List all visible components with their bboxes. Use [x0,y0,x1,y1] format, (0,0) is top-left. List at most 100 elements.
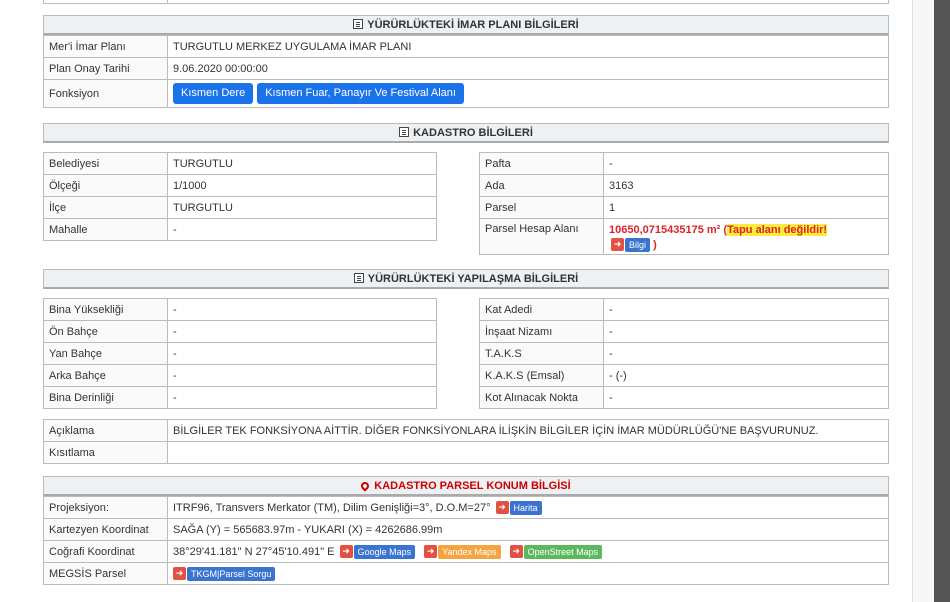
row-value: 3163 [603,174,889,197]
row-value: - [167,386,437,409]
aciklama-table: Açıklama BİLGİLER TEK FONKSİYONA AİTTİR. … [43,419,889,464]
row-value: - [603,152,889,175]
list-icon [353,19,364,29]
yapilasma-header: YÜRÜRLÜKTEKİ YAPILAŞMA BİLGİLERİ [43,269,889,289]
kadastro-right-table: Pafta - Ada 3163 Parsel 1 Parsel Hesap Alan… [479,152,889,255]
tapu-warning: Tapu alanı değildir! [727,223,828,236]
row-label: İlçe [43,196,168,219]
kadastro-header: KADASTRO BİLGİLERİ [43,123,889,143]
page: YÜRÜRLÜKTEKİ İMAR PLANI BİLGİLERİ Mer'i … [0,0,950,602]
harita-button[interactable]: Harita [509,500,542,515]
row-label: K.A.K.S (Emsal) [479,364,604,387]
kadastro-right: Pafta - Ada 3163 Parsel 1 Parsel Hesap Alan… [479,152,889,255]
openstreet-maps-link[interactable]: ➜ OpenStreet Maps [509,544,603,559]
row-value: - [603,342,889,365]
row-label: Mahalle [43,218,168,241]
table-row: Arka Bahçe - [43,364,437,387]
harita-link[interactable]: ➜ Harita [495,500,542,515]
kartezyen-label: Kartezyen Koordinat [43,518,168,541]
table-row: Plan Onay Tarihi 9.06.2020 00:00:00 [43,57,889,80]
external-link-icon: ➜ [424,545,438,558]
yapilasma-section: YÜRÜRLÜKTEKİ YAPILAŞMA BİLGİLERİ Bina Yü… [43,269,889,409]
row-value: 1 [603,196,889,219]
row-label: T.A.K.S [479,342,604,365]
konum-table: Projeksiyon: ITRF96, Transvers Merkator … [43,496,889,585]
table-row: İlçe TURGUTLU [43,196,437,219]
tkgm-link[interactable]: ➜ TKGM|Parsel Sorgu [173,566,276,581]
kisitlama-value [167,441,889,464]
row-value: 1/1000 [167,174,437,197]
yandex-maps-button[interactable]: Yandex Maps [438,544,501,559]
row-label: İnşaat Nizamı [479,320,604,343]
cografi-value: 38°29'41.181" N 27°45'10.491" E [173,545,335,558]
table-row: Bina Derinliği - [43,386,437,409]
yapilasma-right-table: Kat Adedi - İnşaat Nizamı - T.A.K.S - K.A.K… [479,298,889,409]
fonksiyon-button-dere[interactable]: Kısmen Dere [173,83,254,104]
row-label: Ada [479,174,604,197]
table-row: Ada 3163 [479,174,889,197]
imar-plan-title: YÜRÜRLÜKTEKİ İMAR PLANI BİLGİLERİ [367,19,579,31]
yapilasma-left-table: Bina Yüksekliği - Ön Bahçe - Yan Bahçe - Ar… [43,298,437,409]
aciklama-label: Açıklama [43,419,168,442]
yapilasma-title: YÜRÜRLÜKTEKİ YAPILAŞMA BİLGİLERİ [367,273,579,285]
kadastro-left-table: Belediyesi TURGUTLU Ölçeği 1/1000 İlçe TURG… [43,152,437,241]
bilgi-link[interactable]: ➜ Bilgi [611,237,651,252]
kadastro-left: Belediyesi TURGUTLU Ölçeği 1/1000 İlçe TURG… [43,152,437,241]
table-row: Pafta - [479,152,889,175]
yapilasma-right: Kat Adedi - İnşaat Nizamı - T.A.K.S - K.A.K… [479,298,889,409]
kadastro-section: KADASTRO BİLGİLERİ Belediyesi TURGUTLU Öl… [43,123,889,263]
fonksiyon-cell: Kısmen Dere Kısmen Fuar, Panayır Ve Festi… [167,79,889,108]
parsel-alan-label: Parsel Hesap Alanı [479,218,604,255]
external-link-icon: ➜ [509,545,523,558]
table-row: Kartezyen Koordinat SAĞA (Y) = 565683.97… [43,518,889,541]
google-maps-link[interactable]: ➜ Google Maps [339,544,416,559]
row-label: Ön Bahçe [43,320,168,343]
row-label: Belediyesi [43,152,168,175]
yandex-maps-link[interactable]: ➜ Yandex Maps [424,544,501,559]
table-row: İnşaat Nizamı - [479,320,889,343]
fonksiyon-label: Fonksiyon [43,79,168,108]
row-value: TURGUTLU [167,152,437,175]
konum-title: KADASTRO PARSEL KONUM BİLGİSİ [374,480,571,492]
list-icon [399,127,410,137]
kadastro-title: KADASTRO BİLGİLERİ [413,127,533,139]
row-label: Pafta [479,152,604,175]
row-value: TURGUTLU MERKEZ UYGULAMA İMAR PLANI [167,35,889,58]
projeksiyon-value: ITRF96, Transvers Merkator (TM), Dilim G… [173,501,491,514]
external-link-icon: ➜ [495,501,509,514]
previous-table-end [43,0,889,4]
table-row: Mahalle - [43,218,437,241]
imar-plan-table: Mer'i İmar Planı TURGUTLU MERKEZ UYGULAM… [43,35,889,108]
bilgi-button[interactable]: Bilgi [625,237,651,252]
window-edge [934,0,950,602]
table-row: Mer'i İmar Planı TURGUTLU MERKEZ UYGULAM… [43,35,889,58]
konum-header: KADASTRO PARSEL KONUM BİLGİSİ [43,476,889,496]
table-row: Coğrafi Koordinat 38°29'41.181" N 27°45'… [43,540,889,563]
row-label: Yan Bahçe [43,342,168,365]
fonksiyon-button-fuar[interactable]: Kısmen Fuar, Panayır Ve Festival Alanı [257,83,464,104]
table-row: Bina Yüksekliği - [43,298,437,321]
row-label: Kat Adedi [479,298,604,321]
table-row: Kat Adedi - [479,298,889,321]
konum-section: KADASTRO PARSEL KONUM BİLGİSİ Projeksiyo… [43,476,889,585]
row-label: Kot Alınacak Nokta [479,386,604,409]
table-row: Parsel Hesap Alanı 10650,0715435175 m² (… [479,218,889,255]
openstreet-maps-button[interactable]: OpenStreet Maps [523,544,603,559]
table-row: Kısıtlama [43,441,889,464]
megsis-cell: ➜ TKGM|Parsel Sorgu [167,562,889,585]
table-row: MEGSİS Parsel ➜ TKGM|Parsel Sorgu [43,562,889,585]
row-value: - [167,320,437,343]
cografi-label: Coğrafi Koordinat [43,540,168,563]
row-label: Bina Yüksekliği [43,298,168,321]
external-link-icon: ➜ [611,238,624,252]
table-row: Ölçeği 1/1000 [43,174,437,197]
row-value: TURGUTLU [167,196,437,219]
table-row: Açıklama BİLGİLER TEK FONKSİYONA AİTTİR. … [43,419,889,442]
row-value: - [167,342,437,365]
google-maps-button[interactable]: Google Maps [353,544,416,559]
parsel-alan-cell: 10650,0715435175 m² (Tapu alanı değildir… [603,218,889,255]
tkgm-button[interactable]: TKGM|Parsel Sorgu [187,566,276,581]
row-label: Plan Onay Tarihi [43,57,168,80]
paren-close: ) [650,238,657,251]
external-link-icon: ➜ [339,545,353,558]
